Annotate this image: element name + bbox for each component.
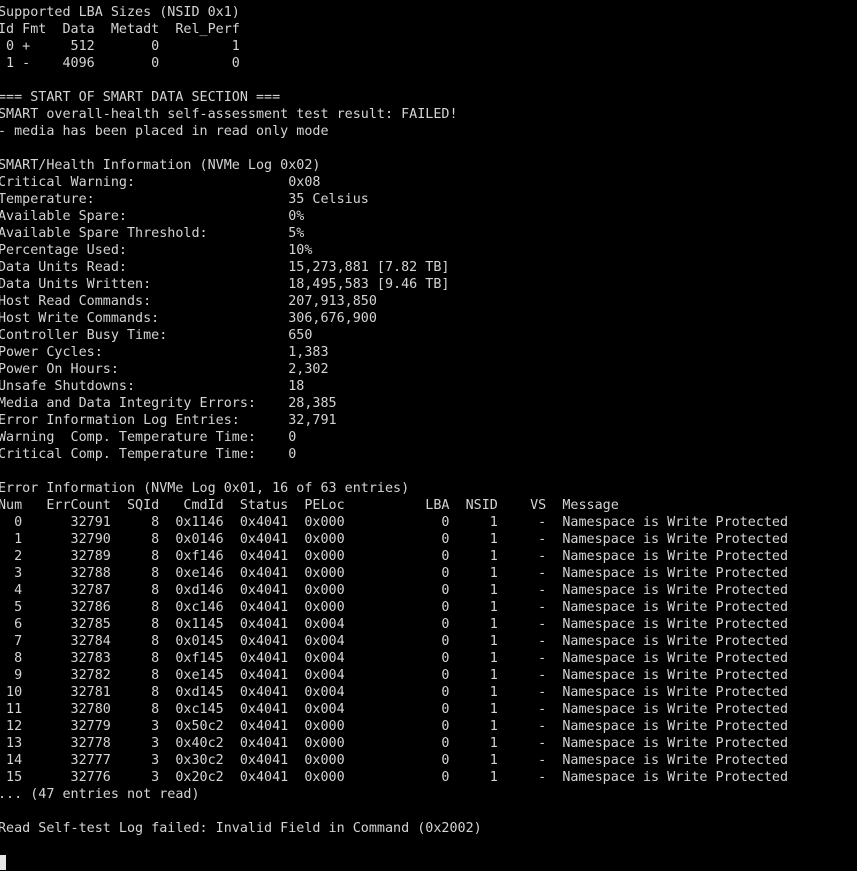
terminal-line: Id Fmt Data Metadt Rel_Perf: [0, 22, 240, 37]
terminal-line: 2 32789 8 0xf146 0x4041 0x000 0 1 - Name…: [0, 549, 789, 564]
terminal-line: === START OF SMART DATA SECTION ===: [0, 90, 281, 105]
terminal-line: Error Information (NVMe Log 0x01, 16 of …: [0, 481, 410, 496]
terminal-output: Supported LBA Sizes (NSID 0x1) Id Fmt Dat…: [0, 4, 857, 871]
terminal-line: 0 32791 8 0x1146 0x4041 0x000 0 1 - Name…: [0, 515, 789, 530]
terminal-line: Media and Data Integrity Errors: 28,385: [0, 396, 337, 411]
terminal-line: Supported LBA Sizes (NSID 0x1): [0, 5, 240, 20]
terminal-line: 5 32786 8 0xc146 0x4041 0x000 0 1 - Name…: [0, 600, 789, 615]
terminal-line: 9 32782 8 0xe145 0x4041 0x004 0 1 - Name…: [0, 668, 789, 683]
terminal-line: Data Units Written: 18,495,583 [9.46 TB]: [0, 277, 450, 292]
terminal-line: Power Cycles: 1,383: [0, 345, 329, 360]
terminal-line: Temperature: 35 Celsius: [0, 192, 369, 207]
terminal-line: SMART/Health Information (NVMe Log 0x02): [0, 158, 321, 173]
terminal-line: Error Information Log Entries: 32,791: [0, 413, 337, 428]
terminal-line: 10 32781 8 0xd145 0x4041 0x004 0 1 - Nam…: [0, 685, 789, 700]
terminal-line: Read Self-test Log failed: Invalid Field…: [0, 821, 482, 836]
terminal-line: 13 32778 3 0x40c2 0x4041 0x000 0 1 - Nam…: [0, 736, 789, 751]
terminal-line: Num ErrCount SQId CmdId Status PELoc LBA…: [0, 498, 619, 513]
terminal-line: 14 32777 3 0x30c2 0x4041 0x000 0 1 - Nam…: [0, 753, 789, 768]
terminal-line: Available Spare Threshold: 5%: [0, 226, 305, 241]
terminal-line: - media has been placed in read only mod…: [0, 124, 329, 139]
terminal-line: Critical Comp. Temperature Time: 0: [0, 447, 297, 462]
terminal-line: 8 32783 8 0xf145 0x4041 0x004 0 1 - Name…: [0, 651, 789, 666]
terminal-line: 0 + 512 0 1: [0, 39, 240, 54]
terminal-lines: Supported LBA Sizes (NSID 0x1) Id Fmt Dat…: [0, 4, 857, 854]
terminal-line: Warning Comp. Temperature Time: 0: [0, 430, 297, 445]
cursor: [0, 855, 6, 870]
terminal-line: SMART overall-health self-assessment tes…: [0, 107, 458, 122]
terminal-line: Host Write Commands: 306,676,900: [0, 311, 377, 326]
terminal-line: 11 32780 8 0xc145 0x4041 0x004 0 1 - Nam…: [0, 702, 789, 717]
terminal-line: 12 32779 3 0x50c2 0x4041 0x000 0 1 - Nam…: [0, 719, 789, 734]
terminal-line: ... (47 entries not read): [0, 787, 200, 802]
prompt-line[interactable]: [0, 854, 857, 871]
terminal-line: Available Spare: 0%: [0, 209, 305, 224]
terminal-line: 7 32784 8 0x0145 0x4041 0x004 0 1 - Name…: [0, 634, 789, 649]
terminal-line: Power On Hours: 2,302: [0, 362, 329, 377]
terminal-line: Critical Warning: 0x08: [0, 175, 321, 190]
terminal-line: 1 32790 8 0x0146 0x4041 0x000 0 1 - Name…: [0, 532, 789, 547]
terminal-line: 15 32776 3 0x20c2 0x4041 0x000 0 1 - Nam…: [0, 770, 789, 785]
terminal-line: Host Read Commands: 207,913,850: [0, 294, 377, 309]
terminal-line: 6 32785 8 0x1145 0x4041 0x004 0 1 - Name…: [0, 617, 789, 632]
terminal-line: Controller Busy Time: 650: [0, 328, 313, 343]
terminal-line: 3 32788 8 0xe146 0x4041 0x000 0 1 - Name…: [0, 566, 789, 581]
terminal-line: Percentage Used: 10%: [0, 243, 313, 258]
terminal-line: Unsafe Shutdowns: 18: [0, 379, 305, 394]
terminal-line: 4 32787 8 0xd146 0x4041 0x000 0 1 - Name…: [0, 583, 789, 598]
terminal-line: 1 - 4096 0 0: [0, 56, 240, 71]
terminal-line: Data Units Read: 15,273,881 [7.82 TB]: [0, 260, 450, 275]
